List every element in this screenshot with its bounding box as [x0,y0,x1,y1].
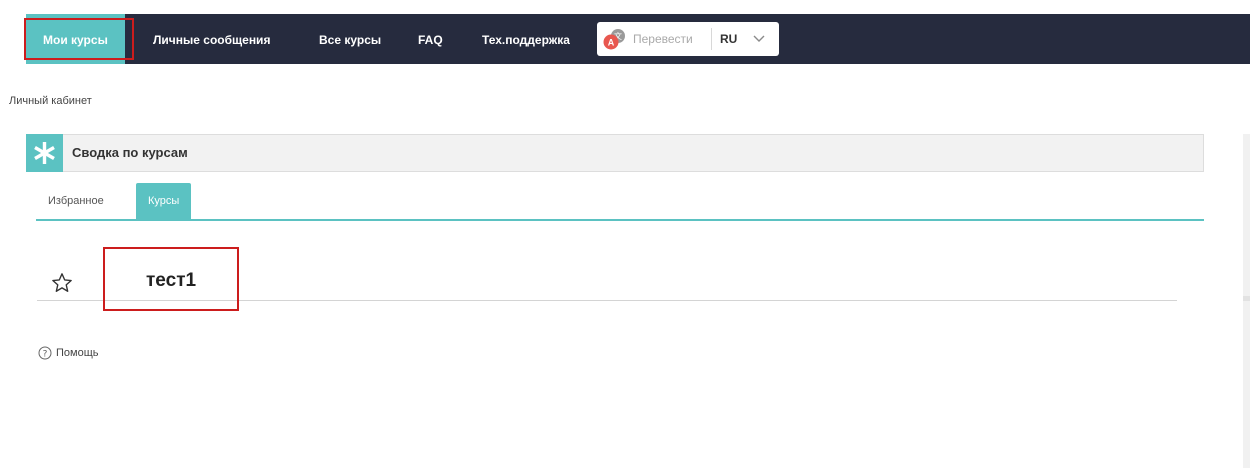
translate-icon: 文 A [603,29,625,50]
block-title: Сводка по курсам [72,145,188,160]
chevron-down-icon[interactable] [753,34,765,44]
tab-courses-label: Курсы [148,195,180,207]
help-link[interactable]: ? Помощь [38,346,99,360]
nav-support-label: Тех.поддержка [482,33,570,47]
scrollbar[interactable] [1243,134,1250,468]
top-navbar: Мои курсы Личные сообщения Все курсы FAQ… [26,14,1250,64]
asterisk-icon [34,142,55,164]
tab-favorites-label: Избранное [48,195,104,207]
course-link[interactable]: тест1 [146,270,196,292]
nav-faq[interactable]: FAQ [418,14,443,64]
language-select[interactable]: RU [720,22,737,56]
course-divider [37,300,1177,301]
tab-favorites[interactable]: Избранное [37,183,115,220]
nav-all-courses[interactable]: Все курсы [319,14,381,64]
svg-text:A: A [608,38,615,48]
nav-messages-label: Личные сообщения [153,33,271,47]
question-circle-icon: ? [38,346,52,360]
svg-text:?: ? [43,349,48,359]
scrollbar-thumb[interactable] [1243,296,1250,301]
translate-widget[interactable]: 文 A Перевести RU [597,22,779,56]
star-icon[interactable] [51,272,73,294]
block-icon-bg [26,134,63,172]
nav-my-courses-label: Мои курсы [43,33,108,47]
translate-divider [711,28,712,50]
nav-support[interactable]: Тех.поддержка [482,14,570,64]
nav-my-courses[interactable]: Мои курсы [26,14,125,64]
breadcrumb[interactable]: Личный кабинет [9,95,92,107]
translate-label: Перевести [633,32,693,46]
course-overview-header: Сводка по курсам [26,134,1204,172]
nav-faq-label: FAQ [418,33,443,47]
tab-courses[interactable]: Курсы [136,183,192,220]
nav-all-courses-label: Все курсы [319,33,382,47]
tab-underline [36,219,1204,221]
page: Мои курсы Личные сообщения Все курсы FAQ… [0,0,1250,468]
help-label: Помощь [56,347,99,359]
nav-messages[interactable]: Личные сообщения [153,14,270,64]
